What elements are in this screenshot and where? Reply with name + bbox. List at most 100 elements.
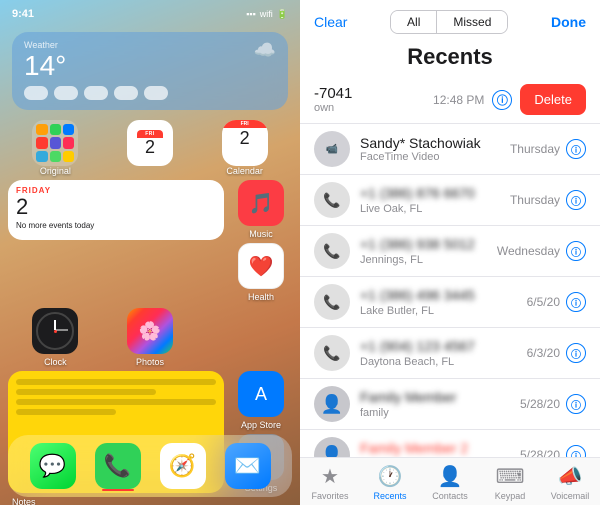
call-name-6: Family Member 2 <box>360 440 468 456</box>
call-row-4[interactable]: 📞 +1 (904) 123 4567 Daytona Beach, FL 6/… <box>300 328 600 379</box>
avatar-5: 👤 <box>314 386 350 422</box>
phone-icon-4: 📞 <box>323 345 340 362</box>
call-row-6[interactable]: 👤 Family Member 2 family 5/28/20 ⓘ <box>300 430 600 457</box>
app-row-3: Clock 🌸 Photos <box>0 304 300 371</box>
photos-emoji: 🌸 <box>139 321 161 342</box>
original-widget <box>32 120 78 166</box>
call-time-6: 5/28/20 <box>520 448 560 457</box>
avatar-4: 📞 <box>314 335 350 371</box>
status-icons: ▪▪▪ wifi 🔋 <box>246 9 288 20</box>
tab-favorites[interactable]: ★ Favorites <box>300 464 360 501</box>
tab-contacts[interactable]: 👤 Contacts <box>420 464 480 501</box>
cal-date: 2 <box>145 138 155 156</box>
call-info-6: Family Member 2 family <box>360 440 520 457</box>
call-name-1: +1 (386) 876 6670 <box>360 185 475 201</box>
weather-widget[interactable]: Weather 14° ☁️ <box>12 32 288 110</box>
app-icon-original[interactable]: Original <box>24 120 86 176</box>
segment-control: All Missed <box>390 10 508 34</box>
calendar-large-label: Calendar <box>226 166 263 176</box>
call-row-3[interactable]: 📞 +1 (386) 496 3445 Lake Butler, FL 6/5/… <box>300 277 600 328</box>
calendar-small-widget: FRI 2 <box>127 120 173 166</box>
delete-button[interactable]: Delete <box>520 84 586 115</box>
app-icon-photos[interactable]: 🌸 Photos <box>119 308 181 367</box>
call-right-3: 6/5/20 ⓘ <box>527 292 586 312</box>
call-time-3: 6/5/20 <box>527 295 560 309</box>
call-right-4: 6/3/20 ⓘ <box>527 343 586 363</box>
appstore-label: App Store <box>241 420 281 430</box>
calendar-large-widget: FRI 2 <box>222 120 268 166</box>
cal-text-num: 2 <box>16 195 216 219</box>
recents-title: Recents <box>300 40 600 76</box>
music-health-col: 🎵 Music ❤️ Health <box>230 180 292 302</box>
app-icon-health[interactable]: ❤️ Health <box>230 243 292 302</box>
segment-all[interactable]: All <box>391 11 437 33</box>
app-row-bottom <box>8 240 224 248</box>
done-button[interactable]: Done <box>551 14 586 30</box>
recents-icon: 🕐 <box>378 464 403 489</box>
tab-recents[interactable]: 🕐 Recents <box>360 464 420 501</box>
app-icon-calendar-small[interactable]: FRI 2 <box>119 120 181 176</box>
segment-missed[interactable]: Missed <box>437 11 507 33</box>
call-row-5[interactable]: 👤 Family Member family 5/28/20 ⓘ <box>300 379 600 430</box>
status-time: 9:41 <box>12 8 34 20</box>
info-btn-5[interactable]: ⓘ <box>566 394 586 414</box>
highlighted-call: -7041 own 12:48 PM ⓘ Delete <box>300 76 600 124</box>
call-name-5: Family Member <box>360 389 456 405</box>
contacts-label: Contacts <box>432 491 468 501</box>
dock-messages[interactable]: 💬 <box>30 443 76 489</box>
tab-voicemail[interactable]: 📣 Voicemail <box>540 464 600 501</box>
photos-label: Photos <box>136 357 164 367</box>
phone-icon-1: 📞 <box>323 192 340 209</box>
call-name-0: Sandy* Stachowiak <box>360 135 510 151</box>
phone-icon-2: 📞 <box>323 243 340 260</box>
notes-label: Notes <box>12 497 36 505</box>
weather-cloud: ☁️ <box>254 40 276 61</box>
info-btn-6[interactable]: ⓘ <box>566 445 586 457</box>
clear-button[interactable]: Clear <box>314 14 347 30</box>
clock-label: Clock <box>44 357 67 367</box>
avatar-1: 📞 <box>314 182 350 218</box>
cal-text-msg: No more events today <box>16 221 216 230</box>
person-icon-5: 👤 <box>321 394 343 415</box>
call-row-0[interactable]: 📹 Sandy* Stachowiak FaceTime Video Thurs… <box>300 124 600 175</box>
dock-mail[interactable]: ✉️ <box>225 443 271 489</box>
call-right-2: Wednesday ⓘ <box>497 241 586 261</box>
empty-icon <box>222 308 268 354</box>
call-info-2: +1 (386) 938 5012 Jennings, FL <box>360 236 497 266</box>
call-name-3: +1 (386) 496 3445 <box>360 287 475 303</box>
app-icon-calendar-large[interactable]: FRI 2 Calendar <box>214 120 276 176</box>
clock-icon <box>32 308 78 354</box>
highlighted-call-number: -7041 <box>314 85 433 102</box>
highlighted-info-button[interactable]: ⓘ <box>492 90 512 110</box>
dock: 💬 📞 🧭 ✉️ <box>8 435 292 497</box>
avatar-2: 📞 <box>314 233 350 269</box>
call-sub-2: Jennings, FL <box>360 254 497 266</box>
call-row-2[interactable]: 📞 +1 (386) 938 5012 Jennings, FL Wednesd… <box>300 226 600 277</box>
app-icon-clock[interactable]: Clock <box>24 308 86 367</box>
info-btn-2[interactable]: ⓘ <box>566 241 586 261</box>
weather-location: Weather <box>24 40 66 50</box>
clock-minute-hand <box>55 330 68 331</box>
app-icon-music[interactable]: 🎵 Music <box>230 180 292 239</box>
info-btn-0[interactable]: ⓘ <box>566 139 586 159</box>
orig-cell-8 <box>50 151 61 162</box>
app-icon-appstore[interactable]: A App Store <box>230 371 292 430</box>
info-btn-3[interactable]: ⓘ <box>566 292 586 312</box>
call-sub-3: Lake Butler, FL <box>360 305 527 317</box>
dock-phone[interactable]: 📞 <box>95 443 141 489</box>
info-btn-1[interactable]: ⓘ <box>566 190 586 210</box>
info-btn-4[interactable]: ⓘ <box>566 343 586 363</box>
dock-safari[interactable]: 🧭 <box>160 443 206 489</box>
weather-forecast-row <box>24 86 276 102</box>
call-row-1[interactable]: 📞 +1 (386) 876 6670 Live Oak, FL Thursda… <box>300 175 600 226</box>
wifi-icon: wifi <box>260 9 273 19</box>
clock-hour-hand <box>54 320 56 330</box>
phone-icon: 📞 <box>104 453 131 479</box>
call-time-1: Thursday <box>510 193 560 207</box>
original-label: Original <box>40 166 71 176</box>
cal-text-day: FRIDAY <box>16 186 216 195</box>
avatar-0: 📹 <box>314 131 350 167</box>
calendar-text-widget[interactable]: FRIDAY 2 No more events today <box>8 180 224 240</box>
tab-keypad[interactable]: ⌨ Keypad <box>480 464 540 501</box>
signal-icon: ▪▪▪ <box>246 9 256 19</box>
